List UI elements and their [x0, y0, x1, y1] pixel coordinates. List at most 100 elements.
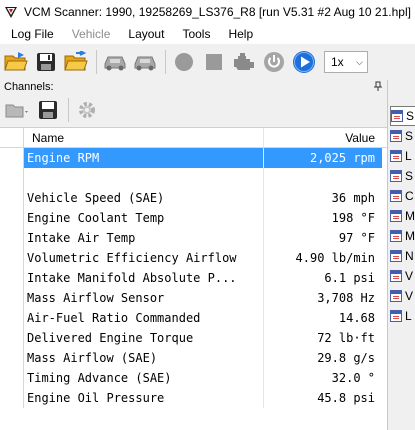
vehicle-disconnect-button[interactable]	[131, 48, 159, 76]
table-window-icon	[390, 230, 402, 242]
open-folder-icon	[5, 104, 28, 118]
vehicle-connect-icon	[104, 56, 126, 71]
engine-button[interactable]	[230, 48, 258, 76]
docked-window-tab[interactable]: S	[390, 106, 415, 126]
save-channels-button[interactable]	[34, 96, 62, 124]
channel-settings-button[interactable]	[73, 96, 101, 124]
docked-window-tab[interactable]: S	[390, 166, 415, 186]
table-window-icon	[391, 110, 403, 122]
table-row[interactable]: Delivered Engine Torque 72 lb·ft	[0, 328, 387, 348]
power-button[interactable]	[260, 48, 288, 76]
table-window-icon	[390, 290, 402, 302]
channel-name-cell: Engine RPM	[24, 148, 264, 168]
table-row[interactable]: Air-Fuel Ratio Commanded 14.68	[0, 308, 387, 328]
title-bar: VCM Scanner: 1990, 19258269_LS376_R8 [ru…	[0, 0, 415, 24]
window-title: VCM Scanner: 1990, 19258269_LS376_R8 [ru…	[24, 5, 411, 19]
docked-window-tab-label: V	[405, 269, 414, 283]
channel-value-cell	[264, 168, 382, 188]
docked-window-tab[interactable]: V	[390, 266, 415, 286]
docked-window-tab[interactable]: M	[390, 206, 415, 226]
open-folder-icon	[4, 52, 28, 71]
docked-window-tab-label: L	[405, 309, 412, 323]
row-header[interactable]	[0, 388, 24, 408]
channel-value-cell: 2,025 rpm	[264, 148, 382, 168]
table-window-icon	[390, 130, 402, 142]
row-header[interactable]	[0, 268, 24, 288]
record-button[interactable]	[170, 48, 198, 76]
engine-icon	[234, 53, 254, 70]
docked-window-tab-label: M	[405, 229, 415, 243]
channel-value-cell: 6.1 psi	[324, 271, 375, 285]
gear-icon	[79, 102, 95, 118]
row-header[interactable]	[0, 248, 24, 268]
docked-window-tab[interactable]: N	[390, 246, 415, 266]
channels-grid: Name Value Engine RPM 2,025 rpm Vehicle Sp…	[0, 127, 387, 430]
column-header-name[interactable]: Name	[24, 128, 264, 147]
vcm-scanner-window: VCM Scanner: 1990, 19258269_LS376_R8 [ru…	[0, 0, 415, 430]
menu-layout[interactable]: Layout	[119, 27, 173, 41]
row-header[interactable]	[0, 288, 24, 308]
docked-window-tab[interactable]: V	[390, 286, 415, 306]
channel-value-cell: 29.8 g/s	[317, 351, 375, 365]
stop-button[interactable]	[200, 48, 228, 76]
grid-header: Name Value	[0, 128, 387, 148]
table-row[interactable]: Intake Manifold Absolute P... 6.1 psi	[0, 268, 387, 288]
table-window-icon	[390, 270, 402, 282]
table-row[interactable]: Engine Oil Pressure 45.8 psi	[0, 388, 387, 408]
row-header[interactable]	[0, 328, 24, 348]
row-header[interactable]	[0, 168, 24, 188]
row-header[interactable]	[0, 368, 24, 388]
channel-name-cell: Mass Airflow (SAE)	[24, 348, 264, 368]
play-button[interactable]	[290, 48, 318, 76]
channel-list-button[interactable]	[4, 96, 32, 124]
table-row[interactable]: Vehicle Speed (SAE) 36 mph	[0, 188, 387, 208]
toolbar-separator	[96, 50, 97, 74]
docked-window-tab[interactable]: C	[390, 186, 415, 206]
table-row[interactable]: Timing Advance (SAE) 32.0 °	[0, 368, 387, 388]
channel-value-cell: 4.90 lb/min	[295, 251, 375, 265]
channels-panel-title: Channels:	[4, 81, 54, 93]
row-header[interactable]	[0, 188, 24, 208]
menu-log-file[interactable]: Log File	[0, 27, 63, 41]
channel-name-cell: Mass Airflow Sensor	[24, 288, 264, 308]
docked-window-tab[interactable]: S	[390, 126, 415, 146]
row-header[interactable]	[0, 228, 24, 248]
column-header-value[interactable]: Value	[264, 128, 382, 147]
vehicle-connect-button[interactable]	[101, 48, 129, 76]
channel-value-cell: 3,708 Hz	[317, 291, 375, 305]
channel-value-cell: 32.0 °	[331, 371, 375, 385]
table-row[interactable]: Engine Coolant Temp 198 °F	[0, 208, 387, 228]
docked-window-tab[interactable]: L	[390, 306, 415, 326]
table-row[interactable]: Intake Air Temp 97 °F	[0, 228, 387, 248]
zoom-select[interactable]: 1x ⌵	[324, 51, 368, 73]
row-header[interactable]	[0, 308, 24, 328]
row-header[interactable]	[0, 148, 24, 168]
docked-window-tab-label: S	[405, 169, 414, 183]
pin-icon[interactable]	[373, 81, 383, 94]
docked-window-tab-label: L	[405, 149, 412, 163]
table-row[interactable]: Volumetric Efficiency Airflow 4.90 lb/min	[0, 248, 387, 268]
open-log-icon	[64, 51, 88, 71]
channel-name-cell: Air-Fuel Ratio Commanded	[24, 308, 264, 328]
table-window-icon	[390, 210, 402, 222]
open-log-button[interactable]	[62, 48, 90, 76]
docked-window-tab[interactable]: M	[390, 226, 415, 246]
menu-help[interactable]: Help	[219, 27, 262, 41]
table-row[interactable]: Mass Airflow (SAE) 29.8 g/s	[0, 348, 387, 368]
docked-window-tab-label: C	[405, 189, 414, 203]
menu-tools[interactable]: Tools	[173, 27, 219, 41]
docked-window-tab[interactable]: L	[390, 146, 415, 166]
save-button[interactable]	[32, 48, 60, 76]
channel-name-cell: Volumetric Efficiency Airflow	[24, 248, 264, 268]
channel-name-cell: Intake Air Temp	[24, 228, 264, 248]
row-header[interactable]	[0, 348, 24, 368]
table-row[interactable]: Mass Airflow Sensor 3,708 Hz	[0, 288, 387, 308]
menu-vehicle[interactable]: Vehicle	[63, 27, 120, 41]
open-folder-button[interactable]	[2, 48, 30, 76]
docked-window-tab-label: S	[405, 129, 414, 143]
table-row[interactable]	[0, 168, 387, 188]
save-disk-icon	[37, 53, 55, 71]
app-logo-icon	[4, 5, 18, 19]
table-row[interactable]: Engine RPM 2,025 rpm	[0, 148, 387, 168]
row-header[interactable]	[0, 208, 24, 228]
